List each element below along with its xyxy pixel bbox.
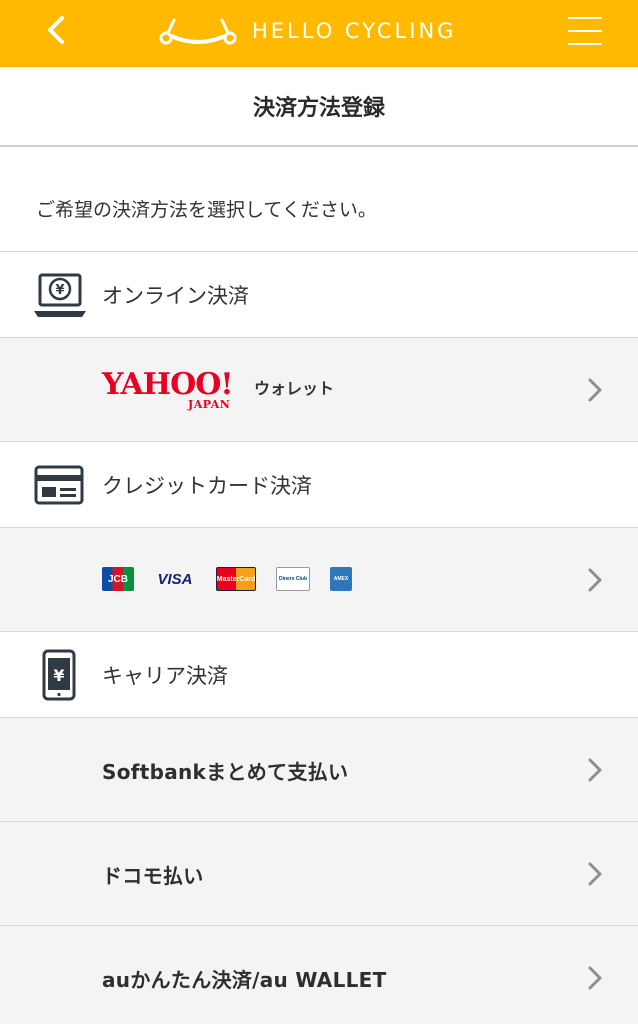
hamburger-menu-icon[interactable] xyxy=(566,14,604,48)
payment-option-credit-cards[interactable]: JCB VISA MasterCard Diners Club AMEX xyxy=(0,528,638,632)
svg-text:¥: ¥ xyxy=(53,666,64,685)
section-online-label: オンライン決済 xyxy=(102,284,249,308)
intro-text: ご希望の決済方法を選択してください。 xyxy=(36,199,377,221)
mastercard-logo: MasterCard xyxy=(216,567,256,591)
yahoo-logo-main: YAHOO! xyxy=(102,367,234,402)
section-carrier-label: キャリア決済 xyxy=(102,664,228,688)
chevron-right-icon xyxy=(588,966,602,990)
section-credit-label: クレジットカード決済 xyxy=(102,474,312,498)
payment-option-yahoo-wallet[interactable]: YAHOO! JAPAN ウォレット xyxy=(0,338,638,442)
app-header: HELLO CYCLING xyxy=(0,0,638,67)
section-credit-card: クレジットカード決済 xyxy=(0,442,638,528)
chevron-right-icon xyxy=(588,378,602,402)
chevron-right-icon xyxy=(588,862,602,886)
docomo-label: ドコモ払い xyxy=(102,863,204,888)
payment-option-softbank[interactable]: Softbankまとめて支払い xyxy=(0,718,638,822)
diners-club-logo: Diners Club xyxy=(276,567,310,591)
jcb-logo: JCB xyxy=(102,567,134,591)
bicycle-logo-icon xyxy=(159,18,237,45)
back-arrow-icon[interactable] xyxy=(38,10,78,50)
yahoo-wallet-logo: YAHOO! JAPAN ウォレット xyxy=(102,368,334,414)
payment-option-au[interactable]: auかんたん決済/au WALLET xyxy=(0,926,638,1024)
credit-card-icon xyxy=(34,465,84,505)
laptop-yen-icon: ¥ xyxy=(34,273,86,317)
softbank-label: Softbankまとめて支払い xyxy=(102,759,349,784)
brand-name: HELLO CYCLING xyxy=(252,19,457,43)
card-brand-list: JCB VISA MasterCard Diners Club AMEX xyxy=(102,566,372,592)
section-carrier-payment: ¥ キャリア決済 xyxy=(0,632,638,718)
visa-logo: VISA xyxy=(157,570,193,588)
payment-option-docomo[interactable]: ドコモ払い xyxy=(0,822,638,926)
intro-section: ご希望の決済方法を選択してください。 xyxy=(0,147,638,252)
chevron-right-icon xyxy=(588,758,602,782)
yahoo-wallet-text: ウォレット xyxy=(254,379,335,398)
brand-logo: HELLO CYCLING xyxy=(158,14,456,48)
title-bar: 決済方法登録 xyxy=(0,67,638,147)
page-title: 決済方法登録 xyxy=(252,96,385,121)
section-online-payment: ¥ オンライン決済 xyxy=(0,252,638,338)
chevron-right-icon xyxy=(588,568,602,592)
au-label: auかんたん決済/au WALLET xyxy=(102,967,387,992)
yahoo-logo-sub: JAPAN xyxy=(188,398,231,411)
svg-text:¥: ¥ xyxy=(55,283,64,298)
smartphone-yen-icon: ¥ xyxy=(42,649,76,701)
amex-logo: AMEX xyxy=(330,567,352,591)
